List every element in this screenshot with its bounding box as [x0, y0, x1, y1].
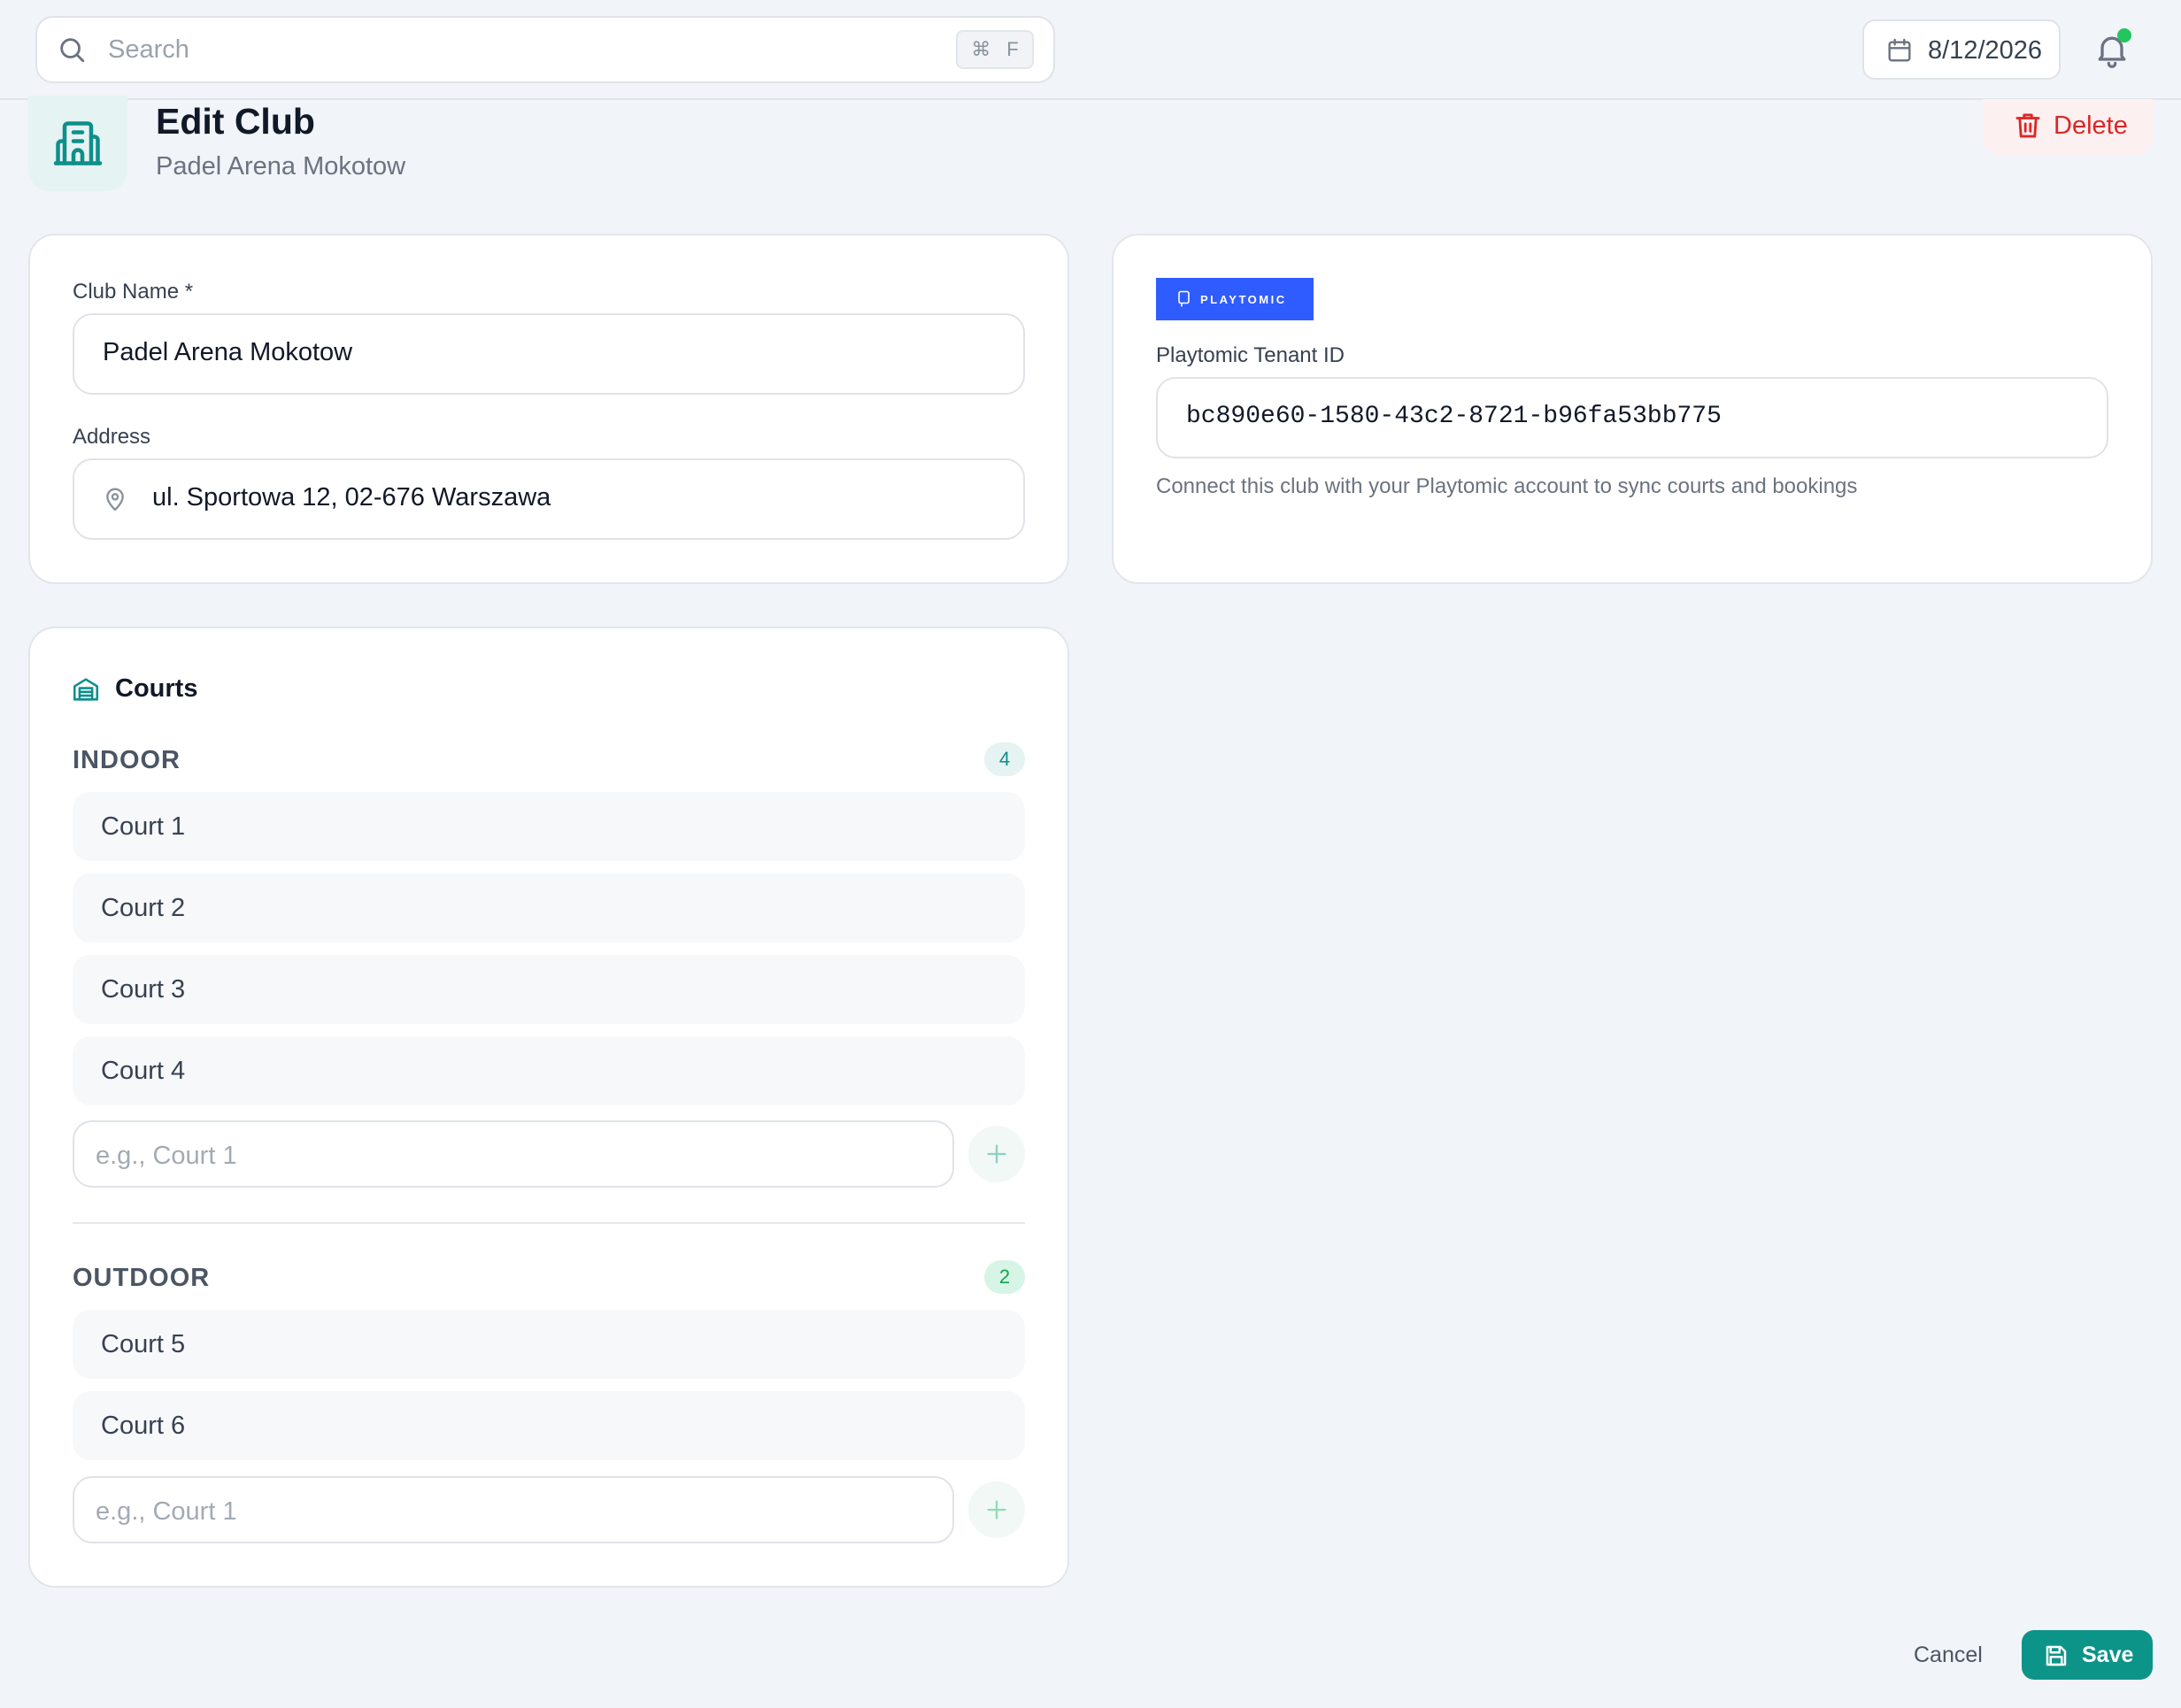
court-name: Court 4 [101, 1057, 186, 1085]
add-indoor-court-button[interactable] [968, 1126, 1025, 1182]
trash-icon [2013, 110, 2043, 146]
calendar-icon [1885, 36, 1914, 69]
section-divider [73, 1222, 1025, 1224]
indoor-court-input[interactable]: e.g., Court 1 [73, 1120, 954, 1188]
date-picker-button[interactable]: 8/12/2026 [1862, 19, 2061, 80]
court-name: Court 6 [101, 1412, 186, 1440]
floppy-disk-icon [2043, 1643, 2069, 1673]
shortcut-letter: F [1006, 38, 1019, 60]
search-shortcut-badge: ⌘ F [956, 30, 1034, 69]
delete-label: Delete [2054, 112, 2128, 140]
search-input[interactable]: Search [108, 35, 189, 65]
notification-status-dot [2117, 28, 2131, 42]
indoor-count-badge: 4 [984, 742, 1025, 776]
courts-title: Courts [115, 674, 198, 703]
court-name: Court 5 [101, 1330, 186, 1358]
playtomic-logo: PLAYTOMIC [1156, 278, 1314, 320]
outdoor-court-input[interactable]: e.g., Court 1 [73, 1476, 954, 1543]
add-outdoor-court-button[interactable] [968, 1481, 1025, 1538]
plus-icon [984, 1497, 1009, 1527]
club-name-field[interactable]: Padel Arena Mokotow [73, 313, 1025, 395]
playtomic-logo-text: PLAYTOMIC [1200, 292, 1287, 306]
command-key: ⌘ [971, 38, 991, 60]
playtomic-help-text: Connect this club with your Playtomic ac… [1156, 474, 1858, 498]
tenant-id-field[interactable]: bc890e60-1580-43c2-8721-b96fa53bb775 [1156, 377, 2108, 458]
notifications-button[interactable] [2091, 27, 2137, 73]
indoor-group-label: INDOOR [73, 746, 181, 774]
address-value: ul. Sportowa 12, 02-676 Warszawa [152, 483, 551, 512]
date-label: 8/12/2026 [1928, 36, 2043, 65]
plus-icon [984, 1142, 1009, 1171]
address-label: Address [73, 425, 151, 449]
map-pin-icon [101, 483, 129, 519]
court-row[interactable]: Court 2 [73, 873, 1025, 942]
page-title: Edit Club [156, 101, 315, 142]
club-avatar [28, 96, 127, 191]
tenant-id-value: bc890e60-1580-43c2-8721-b96fa53bb775 [1186, 403, 1722, 430]
save-button[interactable]: Save [2022, 1630, 2153, 1680]
court-name: Court 3 [101, 975, 186, 1004]
search-icon [57, 35, 87, 69]
delete-button[interactable]: Delete [1983, 99, 2153, 156]
outdoor-group-label: OUTDOOR [73, 1264, 211, 1292]
court-row[interactable]: Court 1 [73, 792, 1025, 861]
court-row[interactable]: Court 3 [73, 955, 1025, 1024]
indoor-court-placeholder: e.g., Court 1 [96, 1142, 237, 1170]
court-name: Court 2 [101, 894, 186, 922]
page-subtitle: Padel Arena Mokotow [156, 152, 406, 181]
court-name: Court 1 [101, 812, 186, 841]
cancel-button[interactable]: Cancel [1914, 1643, 1983, 1668]
tenant-id-label: Playtomic Tenant ID [1156, 343, 1345, 367]
outdoor-count-badge: 2 [984, 1260, 1025, 1294]
building-icon [51, 117, 104, 174]
club-name-value: Padel Arena Mokotow [103, 338, 353, 366]
court-row[interactable]: Court 6 [73, 1391, 1025, 1460]
outdoor-court-placeholder: e.g., Court 1 [96, 1497, 237, 1526]
club-name-label: Club Name * [73, 280, 194, 304]
court-row[interactable]: Court 5 [73, 1310, 1025, 1379]
court-row[interactable]: Court 4 [73, 1036, 1025, 1105]
address-field[interactable]: ul. Sportowa 12, 02-676 Warszawa [73, 458, 1025, 540]
top-bar: Search ⌘ F 8/12/2026 [0, 0, 2181, 100]
save-label: Save [2082, 1643, 2134, 1667]
search-box[interactable]: Search ⌘ F [35, 16, 1055, 83]
courts-icon [71, 674, 101, 709]
